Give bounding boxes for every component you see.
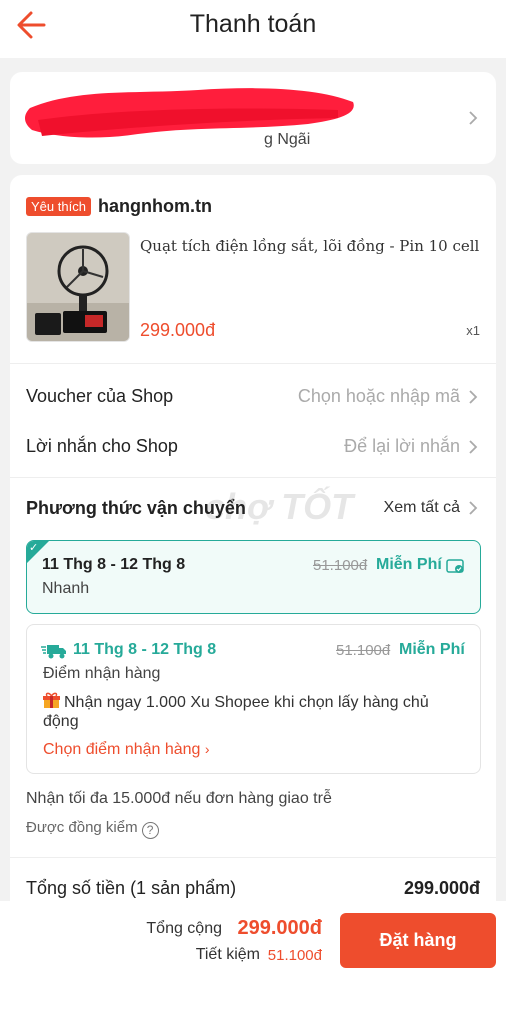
chevron-right-icon bbox=[469, 111, 478, 125]
shipping-option-date: 11 Thg 8 - 12 Thg 8 bbox=[42, 556, 186, 573]
shop-voucher-label: Voucher của Shop bbox=[26, 386, 174, 406]
checkout-bar: Tổng cộng 299.000đ Tiết kiệm 51.100đ Đặt… bbox=[0, 901, 506, 1024]
chevron-right-icon bbox=[469, 440, 478, 454]
chevron-right-icon bbox=[469, 390, 478, 404]
shipping-free-label: Miễn Phí bbox=[399, 641, 465, 658]
shop-message-input[interactable]: Để lại lời nhắn bbox=[344, 436, 460, 457]
divider bbox=[10, 363, 496, 364]
shop-card: Yêu thích hangnhom.tn Quạt tích điện lồn… bbox=[10, 175, 496, 915]
gift-icon bbox=[43, 692, 60, 709]
product-thumbnail[interactable] bbox=[26, 232, 130, 342]
shop-voucher-value[interactable]: Chọn hoặc nhập mã bbox=[298, 386, 460, 407]
coin-promo-text: Nhận ngay 1.000 Xu Shopee khi chọn lấy h… bbox=[43, 694, 429, 730]
product-price: 299.000đ bbox=[140, 320, 216, 340]
co-inspection-note: Được đồng kiểm? bbox=[26, 819, 159, 839]
shipping-free-label: Miễn Phí bbox=[376, 556, 442, 573]
product-name[interactable]: Quạt tích điện lồng sắt, lõi đồng - Pin … bbox=[140, 237, 480, 255]
choose-pickup-point-link[interactable]: Chọn điểm nhận hàng › bbox=[43, 741, 210, 759]
address-card[interactable]: g Ngãi bbox=[10, 72, 496, 164]
chevron-right-icon: › bbox=[204, 741, 210, 757]
truck-icon bbox=[41, 645, 66, 659]
savings-value: 51.100đ bbox=[267, 947, 322, 964]
shop-message-label: Lời nhắn cho Shop bbox=[26, 436, 178, 456]
product-quantity: x1 bbox=[466, 323, 480, 338]
page-title: Thanh toán bbox=[189, 10, 317, 38]
choose-pickup-point-label: Chọn điểm nhận hàng bbox=[43, 741, 201, 758]
shop-name[interactable]: hangnhom.tn bbox=[98, 196, 212, 217]
shipping-option-type: Nhanh bbox=[42, 580, 90, 597]
address-text: g Ngãi bbox=[264, 131, 311, 148]
shipping-option-fast[interactable]: ✓ 11 Thg 8 - 12 Thg 8 Nhanh 51.100đ Miễn… bbox=[26, 540, 481, 614]
divider bbox=[10, 857, 496, 858]
order-total-label: Tổng số tiền (1 sản phẩm) bbox=[26, 878, 237, 898]
chevron-right-icon bbox=[469, 501, 478, 515]
shipping-old-price: 51.100đ bbox=[313, 557, 368, 574]
shipping-see-all-link[interactable]: Xem tất cả bbox=[384, 499, 460, 517]
shipping-option-date: 11 Thg 8 - 12 Thg 8 bbox=[73, 641, 217, 658]
divider bbox=[10, 477, 496, 478]
place-order-button[interactable]: Đặt hàng bbox=[340, 913, 496, 968]
shipping-option-type: Điểm nhận hàng bbox=[43, 665, 161, 682]
shipping-old-price: 51.100đ bbox=[336, 642, 391, 659]
co-inspection-label: Được đồng kiểm bbox=[26, 819, 138, 836]
grand-total-label: Tổng cộng bbox=[146, 920, 222, 937]
help-icon[interactable]: ? bbox=[141, 822, 159, 839]
late-delivery-note: Nhận tối đa 15.000đ nếu đơn hàng giao tr… bbox=[26, 790, 332, 807]
order-total-value: 299.000đ bbox=[403, 878, 480, 898]
header: Thanh toán bbox=[0, 0, 506, 58]
favorite-badge: Yêu thích bbox=[26, 197, 91, 216]
check-icon: ✓ bbox=[29, 542, 39, 554]
shipping-title: Phương thức vận chuyển bbox=[26, 498, 246, 518]
shipping-option-pickup[interactable]: 11 Thg 8 - 12 Thg 8 51.100đ Miễn Phí Điể… bbox=[26, 624, 481, 774]
coin-promo: Nhận ngay 1.000 Xu Shopee khi chọn lấy h… bbox=[43, 692, 463, 731]
savings-label: Tiết kiệm bbox=[195, 946, 260, 963]
grand-total-value: 299.000đ bbox=[237, 917, 322, 939]
freeship-voucher-icon bbox=[446, 559, 464, 573]
